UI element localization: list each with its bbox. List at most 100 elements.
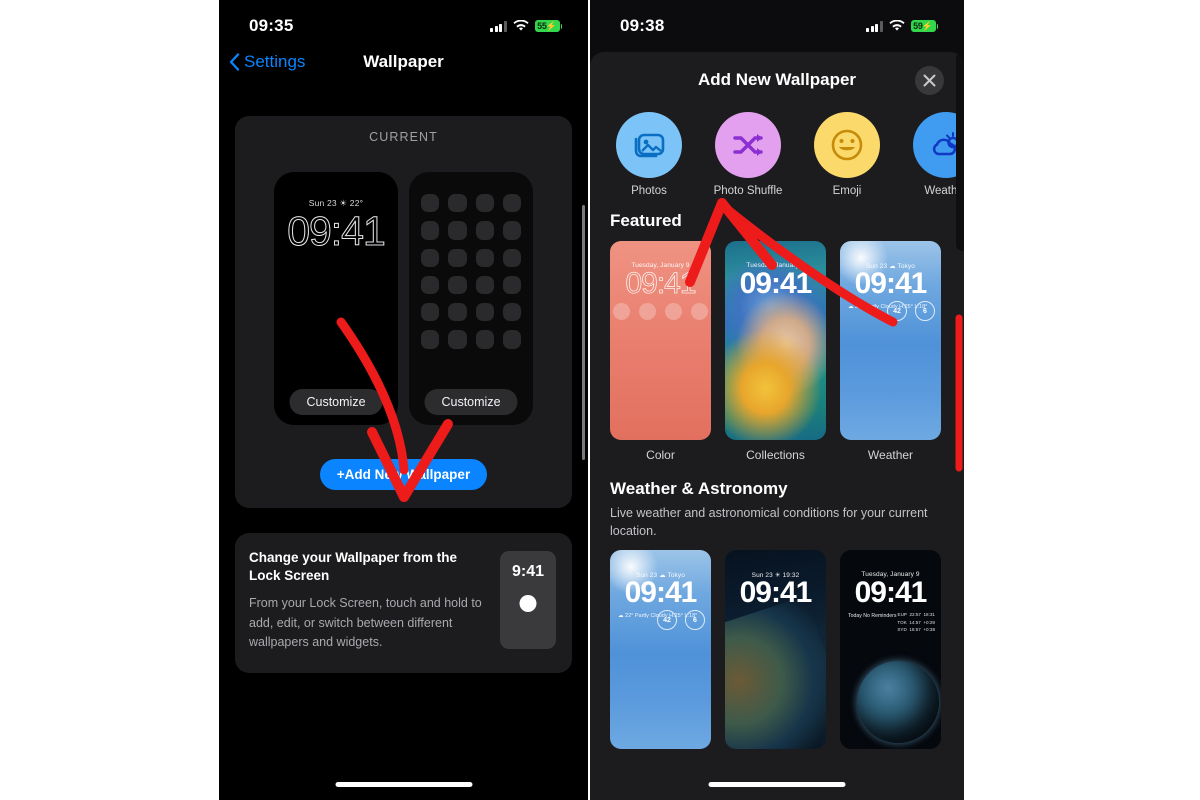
battery-icon: 59 ⚡ [910, 20, 938, 32]
weather-astronomy-wallpaper-item[interactable]: Tuesday, January 9 09:41 Today No Reminder… [840, 550, 941, 750]
home-indicator [708, 782, 846, 787]
app-icon-placeholder [448, 275, 467, 294]
wallpaper-time: 09:41 [624, 576, 698, 610]
info-card-mini-preview: 9:41 [500, 551, 556, 649]
weather-astronomy-heading: Weather & Astronomy [610, 479, 788, 498]
app-icon-placeholder [448, 221, 467, 240]
close-x-icon [923, 74, 936, 87]
app-icon-placeholder [502, 194, 521, 213]
wallpaper-caption: Weather [867, 448, 914, 462]
page-title: Wallpaper [363, 52, 444, 71]
app-icon-placeholder [421, 330, 440, 349]
sheet-title: Add New Wallpaper [697, 70, 857, 89]
scrollbar-thumb[interactable] [582, 205, 585, 460]
wallpaper-caption: Color [646, 448, 675, 462]
battery-icon: 55 ⚡ [534, 20, 562, 32]
add-wallpaper-sheet: Add New Wallpaper Photos Photo Shuffle Emo… [590, 52, 964, 800]
category-label: Photo Shuffle [713, 185, 783, 197]
lock-screen-info-card: Change your Wallpaper from the Lock Scre… [235, 533, 572, 673]
shuffle-icon [715, 112, 781, 178]
wallpaper-thumbnail: Tuesday, January 9 09:41 [610, 241, 711, 440]
app-icon-placeholder [502, 275, 521, 294]
wallpaper-time: 09:41 [739, 267, 813, 300]
wallpaper-category-row: PhotosPhoto ShuffleEmojiWeatherAstronomy [590, 110, 964, 197]
wallpaper-thumbnail: Sun 23 ☁ Tokyo 09:41 ☁ 22° Partly Cloudy H… [610, 550, 711, 750]
app-icon-placeholder [421, 248, 440, 267]
wallpaper-time: 09:41 [854, 267, 928, 300]
wifi-icon [888, 20, 905, 32]
weather-astronomy-wallpaper-item[interactable]: Sun 23 ☁ Tokyo 09:41 ☁ 22° Partly Cloudy H… [610, 550, 711, 750]
lock-preview-time: 09:41 [287, 208, 387, 255]
customize-lock-button[interactable]: Customize [289, 389, 383, 415]
app-icon-placeholder [421, 221, 440, 240]
add-new-wallpaper-button[interactable]: +Add New Wallpaper [319, 459, 488, 490]
app-icon-placeholder [448, 248, 467, 267]
app-icon-placeholder [448, 330, 467, 349]
app-icon-placeholder [475, 194, 494, 213]
status-time: 09:35 [249, 16, 294, 35]
info-card-title: Change your Wallpaper from the Lock Scre… [249, 550, 458, 584]
right-phone-screen: 09:38 59 ⚡ Add New Wallpaper Photos Phot… [590, 0, 964, 800]
wifi-icon [512, 20, 529, 32]
app-icon-placeholder [502, 303, 521, 322]
left-nav-bar: Settings Wallpaper [219, 46, 588, 88]
mini-preview-dot-icon [519, 595, 537, 612]
charging-bolt-icon: ⚡ [545, 20, 557, 31]
wallpaper-caption: Collections [746, 448, 805, 462]
left-status-bar: 09:35 55 ⚡ [219, 0, 588, 42]
wallpaper-thumbnail: Tuesday, January 9 09:41 [725, 241, 826, 440]
app-icon-grid [421, 194, 521, 349]
featured-heading: Featured [610, 211, 682, 230]
category-label: Photos [631, 185, 667, 197]
status-time: 09:38 [620, 16, 665, 35]
lock-screen-preview[interactable]: Sun 23 ☀ 22° 09:41 Customize [274, 172, 398, 425]
current-section-label: CURRENT [369, 130, 438, 144]
app-icon-placeholder [475, 330, 494, 349]
wallpaper-thumbnail: Sun 23 ☀ 19:32 09:41 [725, 550, 826, 750]
home-screen-preview[interactable]: Customize [409, 172, 533, 425]
app-icon-placeholder [475, 221, 494, 240]
app-icon-placeholder [475, 248, 494, 267]
weather-astronomy-subtitle: Live weather and astronomical conditions… [610, 506, 928, 539]
charging-bolt-icon: ⚡ [921, 20, 933, 31]
featured-wallpaper-item[interactable]: Tuesday, January 9 09:41 Collections [725, 241, 826, 462]
category-photos[interactable]: Photos [610, 112, 688, 197]
mini-preview-time: 9:41 [511, 563, 545, 580]
screenshot-root: 09:35 55 ⚡ Settings Wallpaper CURRENT Su… [0, 0, 1200, 800]
app-icon-placeholder [502, 221, 521, 240]
app-icon-placeholder [475, 275, 494, 294]
status-indicators: 59 ⚡ [866, 20, 938, 32]
weather-astronomy-wallpaper-item[interactable]: Sun 23 ☀ 19:32 09:41 [725, 550, 826, 750]
wallpaper-thumbnail: Sun 23 ☁ Tokyo 09:41 ☁ 22° Partly Cloudy H… [840, 241, 941, 440]
customize-home-button[interactable]: Customize [424, 389, 518, 415]
weather-badge-2: 6 [685, 610, 705, 631]
weather-badge-1: 42 [657, 610, 677, 631]
right-status-bar: 09:38 59 ⚡ [590, 0, 964, 42]
close-sheet-button[interactable] [915, 66, 944, 95]
today-widget-text: Today No Reminders [848, 613, 897, 620]
wallpaper-thumbnail: Tuesday, January 9 09:41 Today No Reminder… [840, 550, 941, 750]
left-phone-screen: 09:35 55 ⚡ Settings Wallpaper CURRENT Su… [219, 0, 588, 800]
featured-wallpaper-item[interactable]: Sun 23 ☁ Tokyo 09:41 ☁ 22° Partly Cloudy H… [840, 241, 941, 462]
current-wallpaper-card: CURRENT Sun 23 ☀ 22° 09:41 Customize Cus… [235, 116, 572, 508]
weather-badge-2: 6 [915, 301, 935, 321]
app-icon-placeholder [448, 194, 467, 213]
wallpaper-time: 09:41 [739, 576, 813, 610]
app-icon-placeholder [421, 275, 440, 294]
info-card-body: From your Lock Screen, touch and hold to… [249, 596, 482, 650]
wallpaper-previews: Sun 23 ☀ 22° 09:41 Customize Customize [235, 172, 572, 425]
app-icon-placeholder [502, 330, 521, 349]
home-indicator [335, 782, 472, 787]
category-emoji[interactable]: Emoji [808, 112, 886, 197]
status-indicators: 55 ⚡ [490, 20, 562, 32]
cellular-bars-icon [490, 20, 507, 32]
category-label: Emoji [832, 185, 862, 197]
wallpaper-time: 09:41 [625, 267, 697, 301]
weather-astronomy-row: Sun 23 ☁ Tokyo 09:41 ☁ 22° Partly Cloudy H… [590, 52, 964, 750]
app-icon-placeholder [502, 248, 521, 267]
featured-wallpaper-item[interactable]: Tuesday, January 9 09:41 Color [610, 241, 711, 462]
app-icon-placeholder [421, 194, 440, 213]
category-photo-shuffle[interactable]: Photo Shuffle [709, 112, 787, 197]
sunrise-widget-text: EUP 22:57 18:31 TOK 14:57 +0:29 SYD 16:5… [897, 612, 935, 632]
emoji-smiley-icon [814, 112, 880, 178]
